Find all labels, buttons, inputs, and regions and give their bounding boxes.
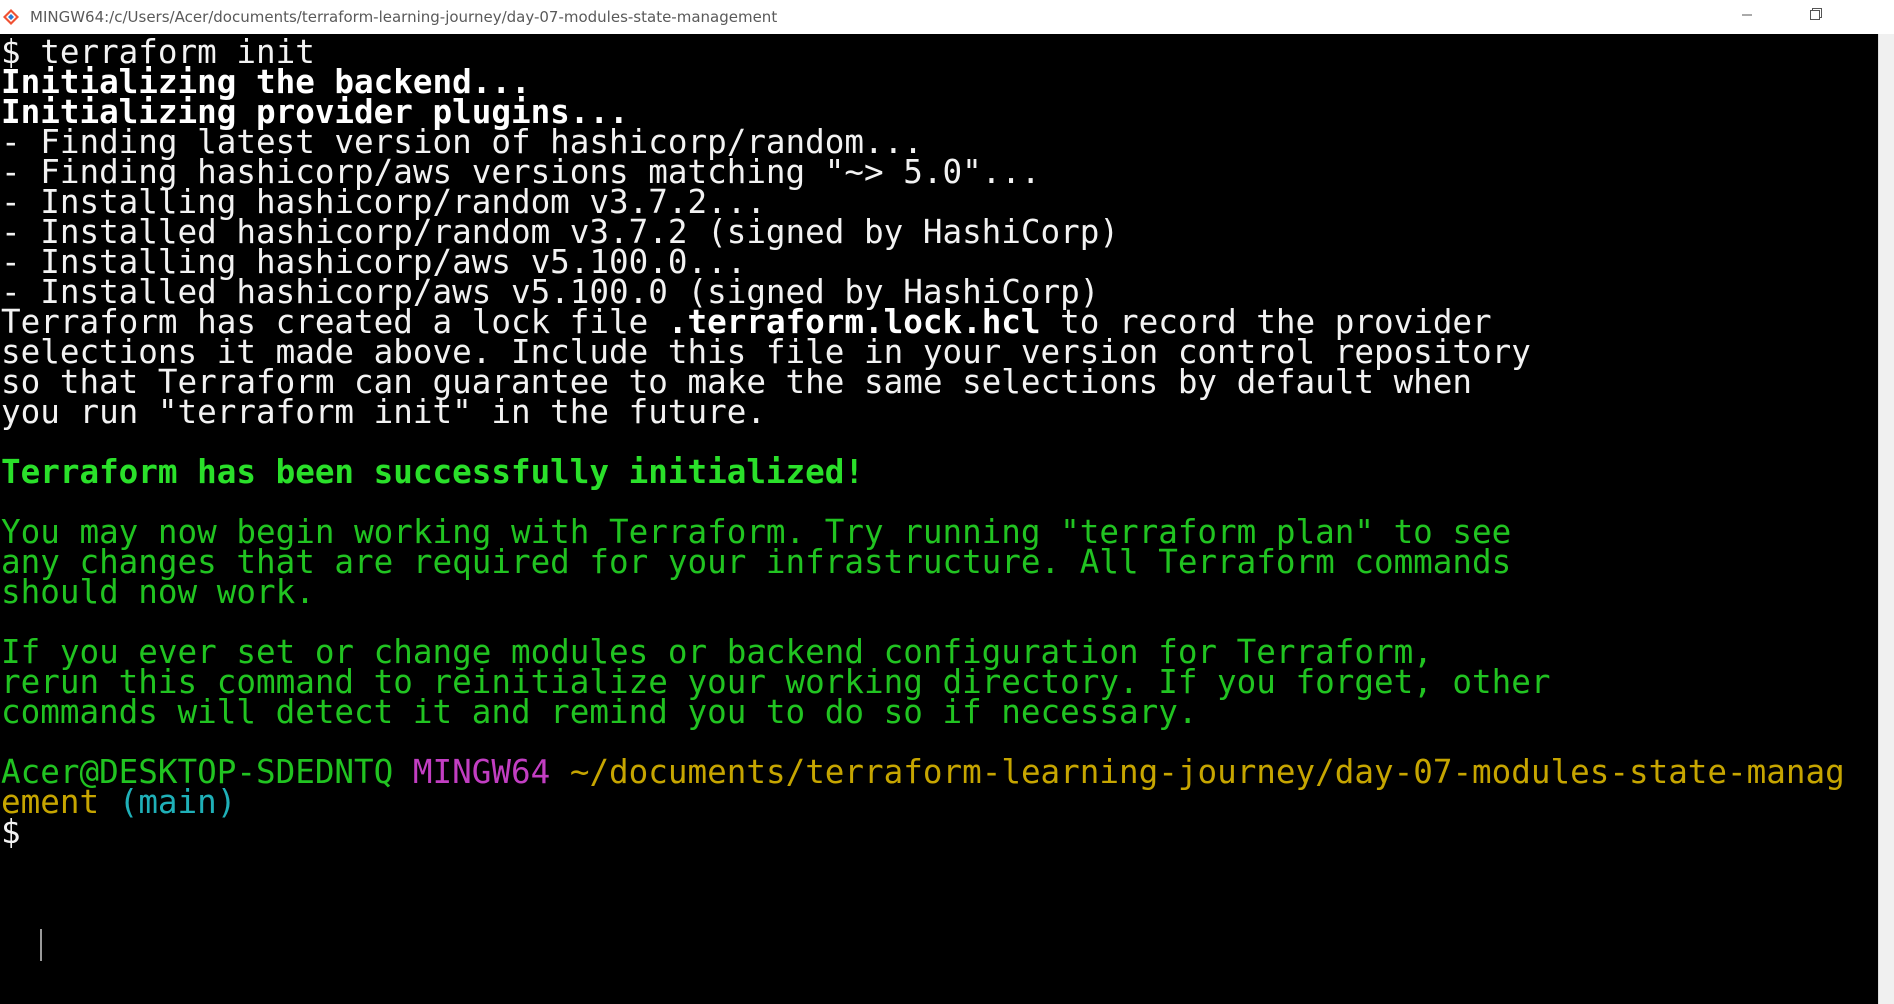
next-steps-line: should now work. bbox=[1, 573, 315, 611]
lock-info-line: you run "terraform init" in the future. bbox=[1, 393, 766, 431]
input-line[interactable]: $ bbox=[1, 814, 21, 850]
prompt-branch: (main) bbox=[118, 783, 237, 821]
vertical-scrollbar[interactable] bbox=[1878, 34, 1894, 1004]
minimize-button[interactable] bbox=[1724, 0, 1770, 34]
terminal-window: MINGW64:/c/Users/Acer/documents/terrafor… bbox=[0, 0, 1894, 1004]
restore-button[interactable] bbox=[1792, 0, 1838, 34]
prompt-symbol: $ bbox=[1, 813, 21, 851]
title-bar[interactable]: MINGW64:/c/Users/Acer/documents/terrafor… bbox=[0, 0, 1894, 34]
prompt-path: ~/documents/terraform-learning-journey/d… bbox=[569, 753, 1845, 791]
success-message: Terraform has been successfully initiali… bbox=[1, 453, 865, 491]
git-bash-icon bbox=[3, 9, 23, 25]
text-cursor bbox=[40, 929, 42, 961]
prompt-line-continued: ement (main) bbox=[1, 784, 236, 820]
prompt-line: Acer@DESKTOP-SDEDNTQ MINGW64 ~/documents… bbox=[1, 754, 1845, 790]
terminal-output[interactable]: $ terraform init Initializing the backen… bbox=[0, 34, 1878, 1004]
scrollbar-border bbox=[1878, 34, 1879, 1004]
window-title: MINGW64:/c/Users/Acer/documents/terrafor… bbox=[30, 8, 778, 26]
rerun-note-line: commands will detect it and remind you t… bbox=[1, 693, 1198, 731]
prompt-system: MINGW64 bbox=[412, 753, 551, 791]
